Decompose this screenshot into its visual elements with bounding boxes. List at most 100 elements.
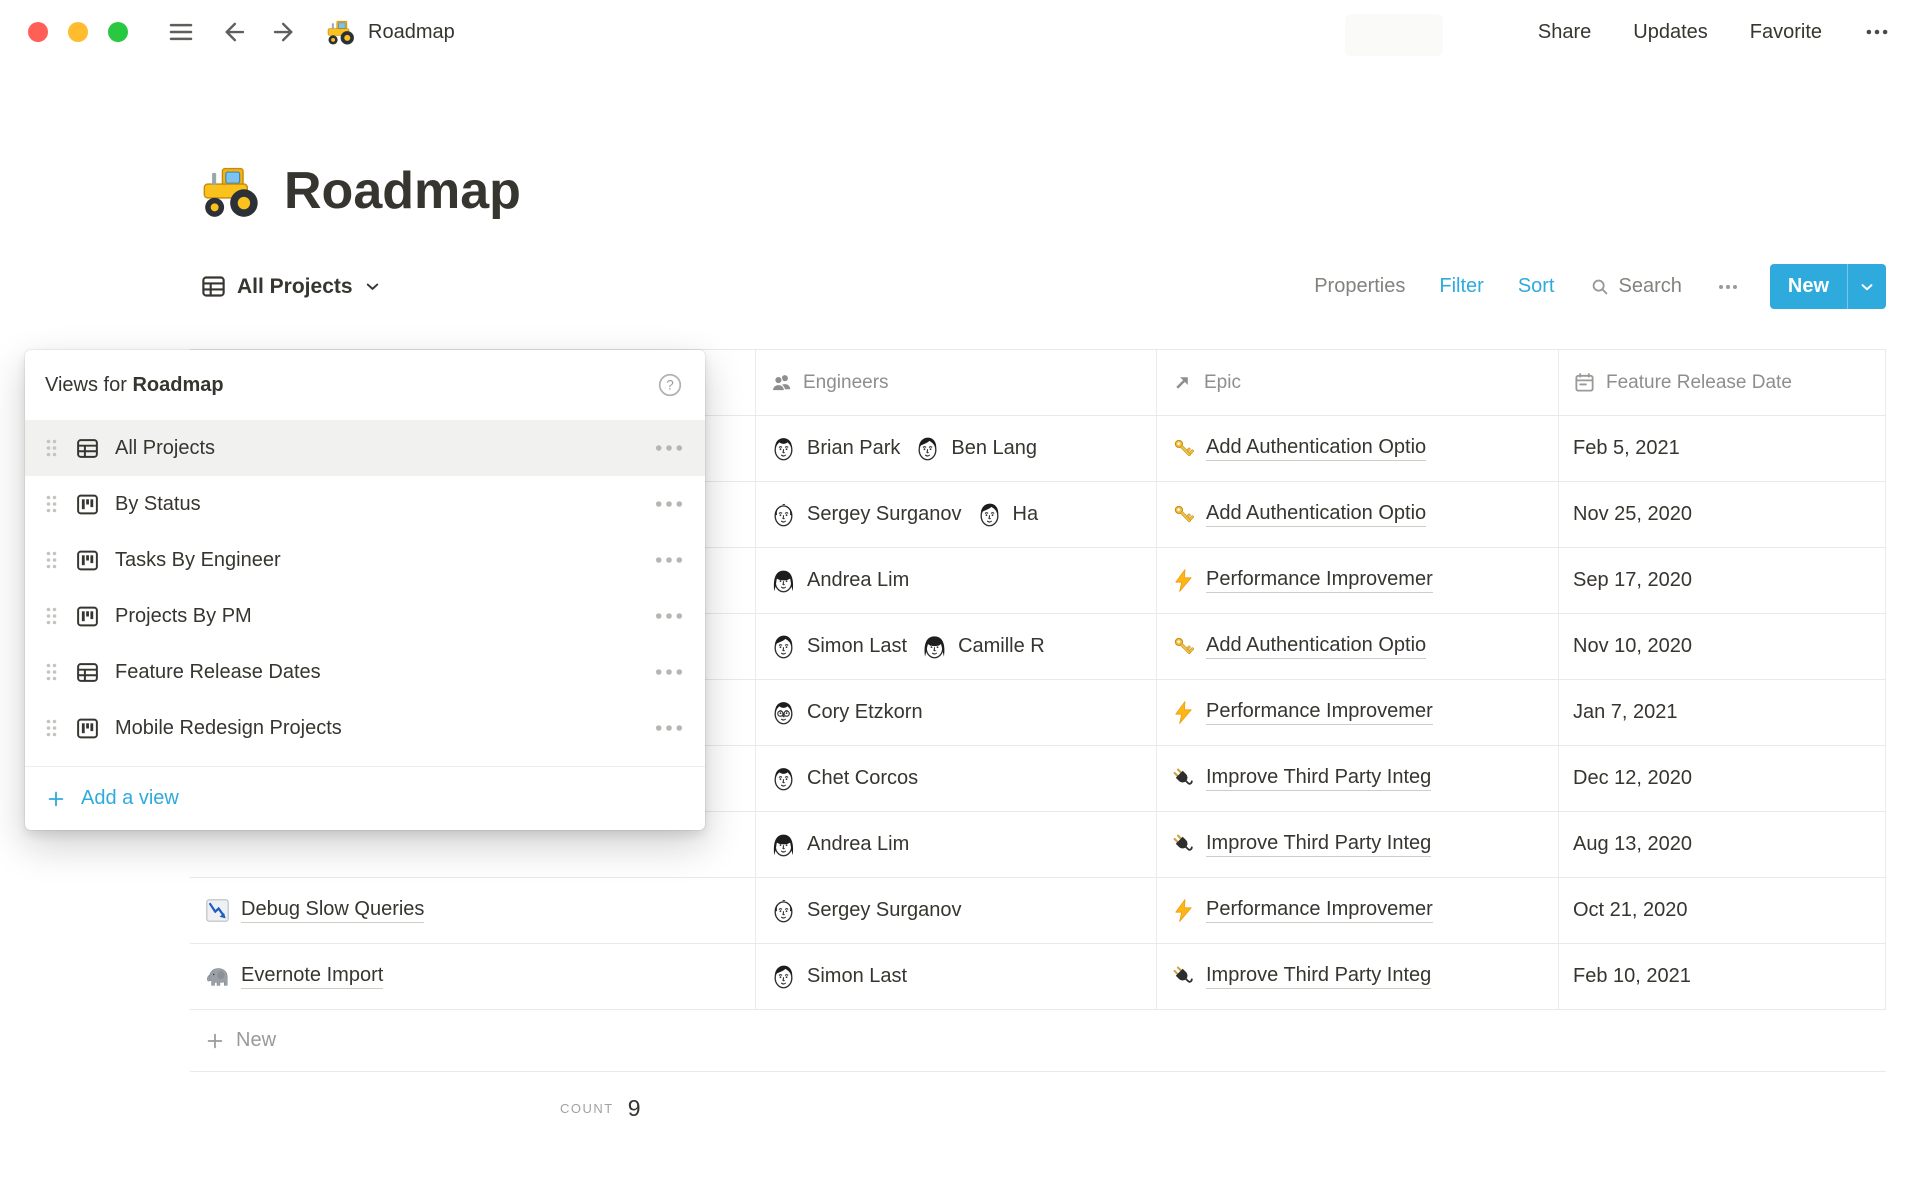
view-item-menu-icon[interactable] [655,546,683,574]
epic-link[interactable]: Performance Improvemer [1206,898,1433,923]
view-item-menu-icon[interactable] [655,434,683,462]
date-cell[interactable]: Oct 21, 2020 [1558,878,1886,943]
drag-handle-icon[interactable] [45,494,61,514]
close-window-button[interactable] [28,22,48,42]
release-date: Oct 21, 2020 [1573,899,1688,922]
sort-button[interactable]: Sort [1518,275,1555,298]
avatar [770,963,797,990]
new-button-label[interactable]: New [1770,264,1847,309]
minimize-window-button[interactable] [68,22,88,42]
epic-link[interactable]: Performance Improvemer [1206,568,1433,593]
engineers-cell[interactable]: Andrea Lim [755,812,1156,877]
view-item-menu-icon[interactable] [655,658,683,686]
drag-handle-icon[interactable] [45,438,61,458]
forward-arrow-icon[interactable] [270,17,300,47]
drag-handle-icon[interactable] [45,606,61,626]
epic-link[interactable]: Add Authentication Optio [1206,436,1426,461]
view-item-tasks-by-engineer[interactable]: Tasks By Engineer [25,532,705,588]
epic-link[interactable]: Improve Third Party Integ [1206,832,1431,857]
epic-cell[interactable]: Add Authentication Optio [1156,482,1558,547]
view-item-label: Projects By PM [115,605,252,628]
engineers-cell[interactable]: Simon Last Camille R [755,614,1156,679]
date-cell[interactable]: Nov 10, 2020 [1558,614,1886,679]
column-header-feature-release-date[interactable]: Feature Release Date [1558,350,1886,415]
engineers-cell[interactable]: Brian Park Ben Lang [755,416,1156,481]
view-options-menu-icon[interactable] [1716,275,1740,299]
back-arrow-icon[interactable] [218,17,248,47]
date-cell[interactable]: Feb 5, 2021 [1558,416,1886,481]
epic-cell[interactable]: Improve Third Party Integ [1156,944,1558,1009]
view-item-menu-icon[interactable] [655,490,683,518]
date-cell[interactable]: Aug 13, 2020 [1558,812,1886,877]
epic-cell[interactable]: Performance Improvemer [1156,878,1558,943]
view-item-mobile-redesign-projects[interactable]: Mobile Redesign Projects [25,700,705,756]
epic-link[interactable]: Improve Third Party Integ [1206,964,1431,989]
engineers-cell[interactable]: Simon Last [755,944,1156,1009]
epic-cell[interactable]: Performance Improvemer [1156,548,1558,613]
epic-cell[interactable]: Improve Third Party Integ [1156,746,1558,811]
table-view-icon [75,436,100,461]
updates-button[interactable]: Updates [1633,21,1708,44]
share-button[interactable]: Share [1538,21,1591,44]
add-row-button[interactable]: New [190,1010,1886,1072]
engineers-cell[interactable]: Sergey Surganov [755,878,1156,943]
avatar [770,765,797,792]
epic-cell[interactable]: Add Authentication Optio [1156,614,1558,679]
project-name-link[interactable]: Debug Slow Queries [241,898,424,923]
add-view-button[interactable]: Add a view [25,766,705,830]
sidebar-menu-icon[interactable] [166,17,196,47]
engineers-cell[interactable]: Cory Etzkorn [755,680,1156,745]
drag-handle-icon[interactable] [45,718,61,738]
view-selector[interactable]: All Projects [200,273,382,300]
view-item-menu-icon[interactable] [655,602,683,630]
avatar [770,435,797,462]
properties-button[interactable]: Properties [1314,275,1405,298]
column-header-epic[interactable]: Epic [1156,350,1558,415]
epic-link[interactable]: Improve Third Party Integ [1206,766,1431,791]
date-cell[interactable]: Sep 17, 2020 [1558,548,1886,613]
view-item-by-status[interactable]: By Status [25,476,705,532]
date-cell[interactable]: Jan 7, 2021 [1558,680,1886,745]
avatar [770,699,797,726]
epic-cell[interactable]: Performance Improvemer [1156,680,1558,745]
view-item-feature-release-dates[interactable]: Feature Release Dates [25,644,705,700]
epic-link[interactable]: Add Authentication Optio [1206,634,1426,659]
page-title[interactable]: Roadmap [284,156,521,226]
new-button-dropdown-icon[interactable] [1848,264,1886,309]
engineers-cell[interactable]: Chet Corcos [755,746,1156,811]
notion-app-window: Roadmap Share Updates Favorite Roadmap A… [0,0,1920,1200]
more-menu-icon[interactable] [1864,19,1890,45]
favorite-button[interactable]: Favorite [1750,21,1822,44]
epic-cell[interactable]: Improve Third Party Integ [1156,812,1558,877]
drag-handle-icon[interactable] [45,662,61,682]
project-name-link[interactable]: Evernote Import [241,964,383,989]
engineer-name: Cory Etzkorn [807,701,923,724]
search-button[interactable]: Search [1589,275,1682,298]
date-cell[interactable]: Feb 10, 2021 [1558,944,1886,1009]
page-emoji-tractor-icon[interactable] [200,160,262,222]
column-header-engineers[interactable]: Engineers [755,350,1156,415]
date-cell[interactable]: Nov 25, 2020 [1558,482,1886,547]
date-cell[interactable]: Dec 12, 2020 [1558,746,1886,811]
view-item-projects-by-pm[interactable]: Projects By PM [25,588,705,644]
new-record-button[interactable]: New [1770,264,1886,309]
epic-link[interactable]: Add Authentication Optio [1206,502,1426,527]
count-label[interactable]: COUNT [560,1101,614,1116]
view-item-all-projects[interactable]: All Projects [25,420,705,476]
epic-link[interactable]: Performance Improvemer [1206,700,1433,725]
zoom-window-button[interactable] [108,22,128,42]
engineer-name: Ben Lang [951,437,1037,460]
name-cell[interactable]: Debug Slow Queries [190,878,755,943]
engineer-name: Chet Corcos [807,767,918,790]
hover-highlight [1345,14,1443,56]
view-item-menu-icon[interactable] [655,714,683,742]
engineers-cell[interactable]: Sergey Surganov Ha [755,482,1156,547]
engineers-cell[interactable]: Andrea Lim [755,548,1156,613]
filter-button[interactable]: Filter [1439,275,1483,298]
epic-cell[interactable]: Add Authentication Optio [1156,416,1558,481]
engineer-name: Brian Park [807,437,900,460]
engineer-name: Simon Last [807,965,907,988]
help-icon[interactable]: ? [657,372,683,398]
name-cell[interactable]: Evernote Import [190,944,755,1009]
drag-handle-icon[interactable] [45,550,61,570]
